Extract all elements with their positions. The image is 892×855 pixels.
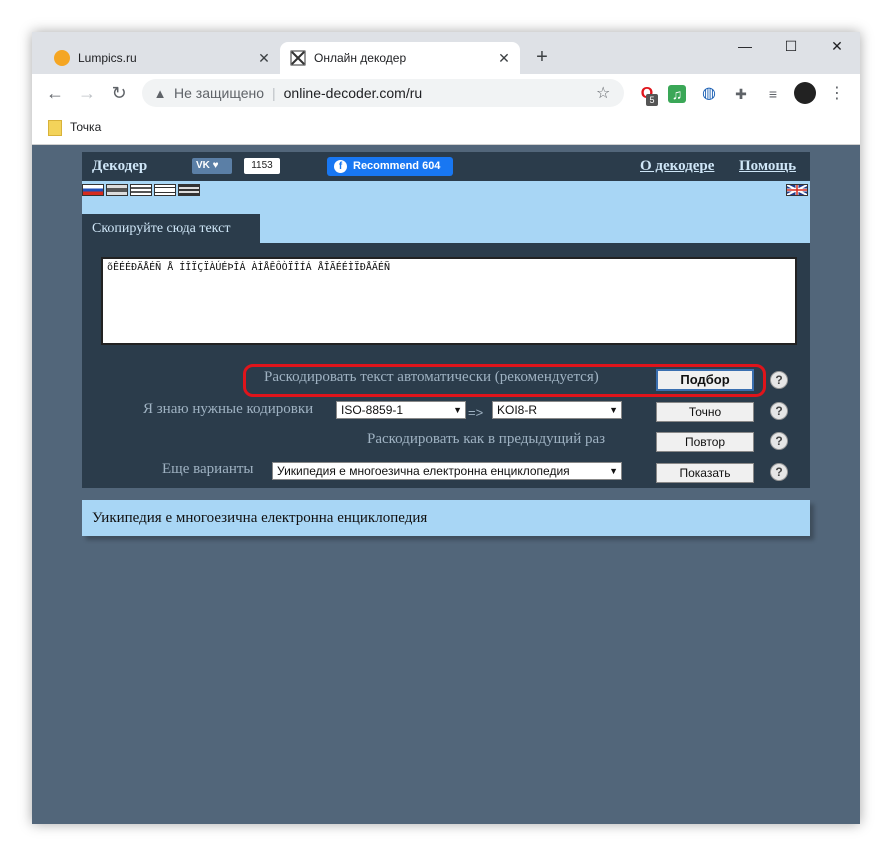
tab-online-decoder[interactable]: Онлайн декодер ✕	[280, 42, 520, 74]
variants-select[interactable]: Уикипедия е многоезична електронна енцик…	[272, 462, 622, 480]
source-encoding-select[interactable]: ISO-8859-1 ▼	[336, 401, 466, 419]
profile-avatar[interactable]	[794, 82, 816, 104]
close-icon[interactable]: ✕	[256, 50, 272, 67]
highlight-annotation	[243, 364, 766, 397]
bookmarks-bar: Точка	[32, 112, 860, 145]
browser-window: Lumpics.ru ✕ Онлайн декодер ✕ + — ☐ ✕ ← …	[32, 32, 860, 824]
new-tab-button[interactable]: +	[530, 46, 554, 69]
repeat-button[interactable]: Повтор	[656, 432, 754, 452]
more-variants-label: Еще варианты	[162, 461, 254, 477]
decoded-result: Уикипедия е многоезична електронна енцик…	[82, 500, 810, 536]
uk-flag-icon[interactable]	[786, 184, 808, 196]
forward-arrow-icon[interactable]: →	[76, 82, 98, 104]
flag-icon[interactable]	[130, 184, 152, 196]
help-icon[interactable]: ?	[770, 371, 788, 389]
chevron-down-icon: ▼	[609, 405, 618, 415]
puzzle-extensions-icon[interactable]: ✚	[732, 85, 750, 103]
address-bar[interactable]: ▲ Не защищено | online-decoder.com/ru ☆	[142, 79, 624, 107]
exact-decode-button[interactable]: Точно	[656, 402, 754, 422]
chevron-down-icon: ▼	[609, 466, 618, 476]
help-icon[interactable]: ?	[770, 402, 788, 420]
decoder-panel: Декодер VK ♥ 1153 f Recommend 604 О деко…	[82, 152, 810, 488]
about-link[interactable]: О декодере	[640, 158, 714, 175]
extension-badge: 5	[646, 94, 658, 106]
encoded-text-input[interactable]: õÊÉÉÐÄÅÉÑ Å ÍÎÏÇÏÀÚÉÞÎÁ ÀÌÅÊÔÒÏÎÍÁ ÅÎÃÉÉ…	[101, 257, 797, 345]
security-status[interactable]: Не защищено	[174, 85, 264, 101]
facebook-recommend-button[interactable]: f Recommend 604	[327, 157, 453, 176]
folder-icon	[48, 120, 62, 136]
minimize-button[interactable]: —	[722, 38, 768, 58]
warning-icon[interactable]: ▲	[152, 86, 168, 101]
url-text[interactable]: online-decoder.com/ru	[284, 85, 596, 101]
globe-extension-icon[interactable]: ◍	[700, 85, 718, 103]
source-encoding-value: ISO-8859-1	[341, 403, 404, 417]
help-link[interactable]: Помощь	[739, 158, 796, 175]
help-icon[interactable]: ?	[770, 463, 788, 481]
decoder-header: Декодер VK ♥ 1153 f Recommend 604 О деко…	[82, 152, 810, 181]
paste-text-tab[interactable]: Скопируйте сюда текст	[82, 214, 260, 243]
browser-toolbar: ← → ↻ ▲ Не защищено | online-decoder.com…	[32, 74, 860, 112]
divider: |	[272, 85, 276, 101]
flag-icon[interactable]	[106, 184, 128, 196]
tab-title: Онлайн декодер	[314, 51, 407, 65]
lumpics-favicon-icon	[54, 50, 70, 66]
help-icon[interactable]: ?	[770, 432, 788, 450]
decoder-favicon-icon	[290, 50, 306, 66]
facebook-recommend-label: Recommend 604	[353, 160, 441, 172]
close-window-button[interactable]: ✕	[814, 38, 860, 58]
flag-icon[interactable]	[178, 184, 200, 196]
vk-icon: VK	[196, 160, 210, 171]
language-band: Скопируйте сюда текст	[82, 181, 810, 243]
known-encodings-label: Я знаю нужные кодировки	[143, 401, 314, 417]
repeat-decode-label: Раскодировать как в предыдущий раз	[367, 431, 606, 447]
media-queue-icon[interactable]: ≡	[764, 85, 782, 103]
chevron-down-icon: ▼	[453, 405, 462, 415]
bookmark-star-icon[interactable]: ☆	[596, 83, 616, 103]
target-encoding-value: KOI8-R	[497, 403, 538, 417]
music-extension-icon[interactable]: ♫	[668, 85, 686, 103]
back-arrow-icon[interactable]: ←	[44, 82, 66, 104]
tab-title: Lumpics.ru	[78, 51, 137, 65]
tab-lumpics[interactable]: Lumpics.ru ✕	[44, 42, 280, 74]
site-brand[interactable]: Декодер	[92, 158, 147, 175]
vk-share-button[interactable]: VK ♥	[192, 158, 232, 174]
russian-flag-icon[interactable]	[82, 184, 104, 196]
page-content: Декодер VK ♥ 1153 f Recommend 604 О деко…	[32, 145, 860, 824]
reload-icon[interactable]: ↻	[108, 82, 130, 104]
target-encoding-select[interactable]: KOI8-R ▼	[492, 401, 622, 419]
encoding-arrow: =>	[468, 405, 484, 420]
close-icon[interactable]: ✕	[496, 50, 512, 67]
maximize-button[interactable]: ☐	[768, 38, 814, 58]
bookmark-folder-tochka[interactable]: Точка	[70, 120, 101, 134]
show-button[interactable]: Показать	[656, 463, 754, 483]
israel-flag-icon[interactable]	[154, 184, 176, 196]
tab-strip: Lumpics.ru ✕ Онлайн декодер ✕ + — ☐ ✕	[32, 32, 860, 74]
variants-value: Уикипедия е многоезична електронна енцик…	[277, 464, 570, 478]
menu-icon[interactable]: ⋮	[828, 85, 846, 103]
facebook-icon: f	[334, 160, 347, 173]
vk-share-count: 1153	[244, 158, 280, 174]
